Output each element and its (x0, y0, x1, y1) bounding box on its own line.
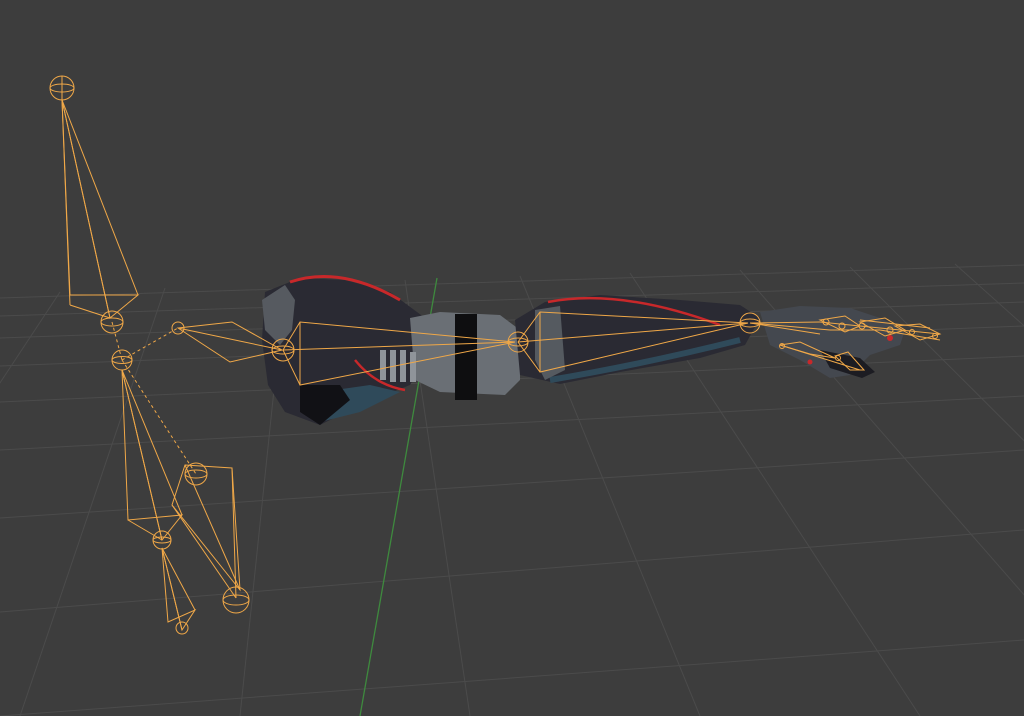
bone-parent-lines (111, 321, 197, 475)
robot-arm-mesh[interactable] (262, 275, 905, 425)
3d-viewport[interactable] (0, 0, 1024, 716)
bone-leg-chain[interactable] (111, 349, 197, 635)
hand-red-detail (887, 335, 893, 341)
elbow-black-band (455, 314, 477, 400)
hand-red-detail-2 (807, 359, 813, 365)
bone-pole-target[interactable] (171, 462, 250, 614)
